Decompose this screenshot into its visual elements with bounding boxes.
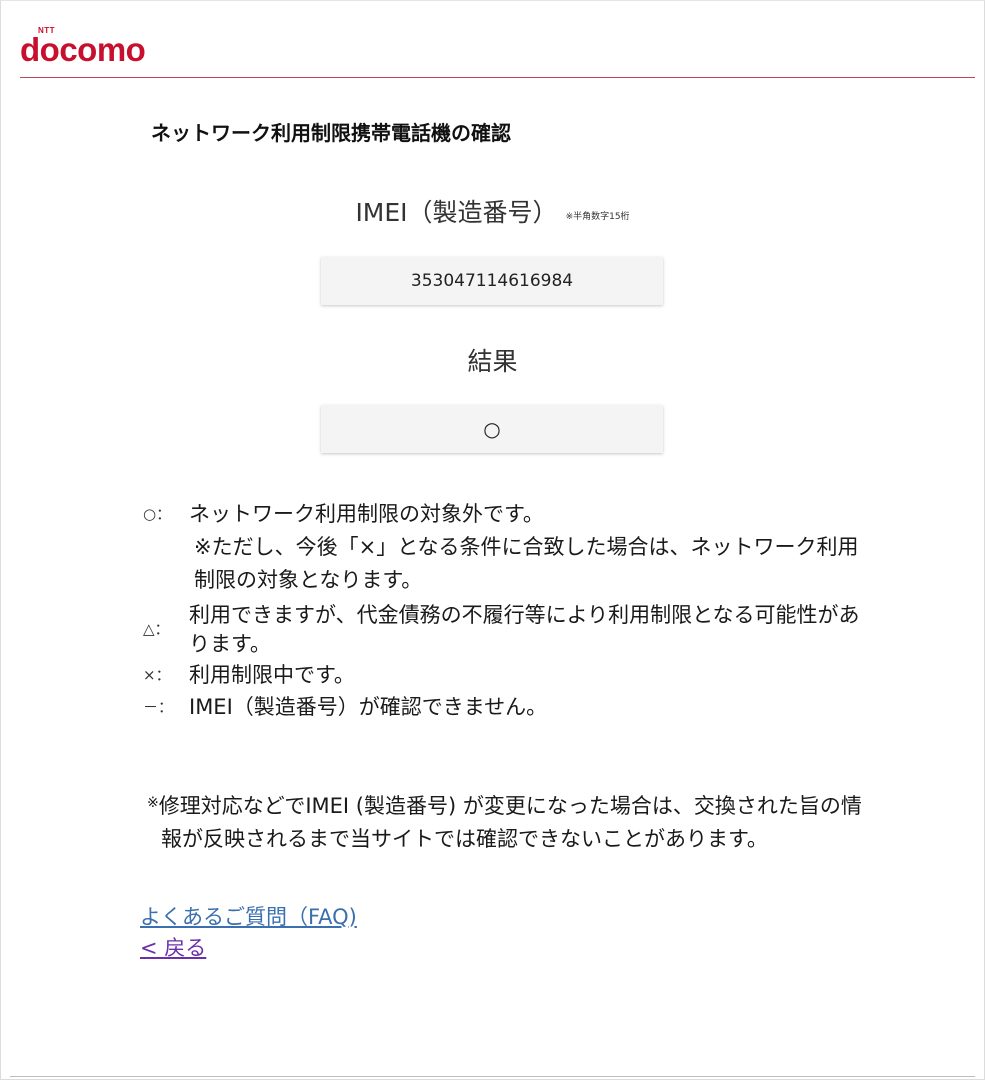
legend-text-ok: ネットワーク利用制限の対象外です。 (189, 502, 544, 526)
legend-symbol-unknown: －： (143, 698, 174, 716)
legend-subnote-ok: ※ただし、今後「×」となる条件に合致した場合は、ネットワーク利用制限の対象となり… (194, 535, 859, 592)
legend-item-unknown: －： IMEI（製造番号）が確認できません。 (143, 691, 863, 723)
imei-label-row: IMEI（製造番号） ※半角数字15桁 (0, 195, 985, 231)
logo-wordmark: docomo (20, 31, 146, 68)
imei-label: IMEI（製造番号） (355, 198, 558, 227)
back-link[interactable]: < 戻る (140, 933, 206, 963)
legend-symbol-restricted: ×： (143, 666, 171, 684)
page-title: ネットワーク利用制限携帯電話機の確認 (151, 121, 511, 145)
legend-symbol-caution: △： (143, 620, 170, 638)
legend-text-restricted: 利用制限中です。 (189, 663, 355, 687)
footer-divider (10, 1076, 975, 1077)
result-legend: ○： ネットワーク利用制限の対象外です。 ※ただし、今後「×」となる条件に合致し… (143, 498, 863, 723)
faq-link[interactable]: よくあるご質問（FAQ) (140, 902, 357, 932)
header-divider (20, 77, 975, 78)
result-label: 結果 (467, 347, 518, 376)
legend-item-ok: ○： ネットワーク利用制限の対象外です。 (143, 498, 863, 530)
note-body: ※修理対応などでIMEI (製造番号) が変更になった場合は、交換された旨の情報… (147, 787, 867, 856)
imei-format-note: ※半角数字15桁 (565, 212, 630, 222)
legend-item-caution: △： 利用できますが、代金債務の不履行等により利用制限となる可能性があります。 (143, 601, 863, 659)
result-value-field: ○ (321, 405, 663, 453)
note-text: 修理対応などでIMEI (製造番号) が変更になった場合は、交換された旨の情報が… (158, 794, 862, 851)
legend-symbol-ok: ○： (143, 505, 172, 523)
legend-item-restricted: ×： 利用制限中です。 (143, 659, 863, 691)
imei-change-note: ※修理対応などでIMEI (製造番号) が変更になった場合は、交換された旨の情報… (147, 787, 867, 856)
note-mark: ※ (147, 795, 159, 811)
legend-text-unknown: IMEI（製造番号）が確認できません。 (189, 695, 548, 719)
legend-text-caution: 利用できますが、代金債務の不履行等により利用制限となる可能性があります。 (189, 603, 860, 656)
imei-value-field: 353047114616984 (321, 257, 663, 305)
